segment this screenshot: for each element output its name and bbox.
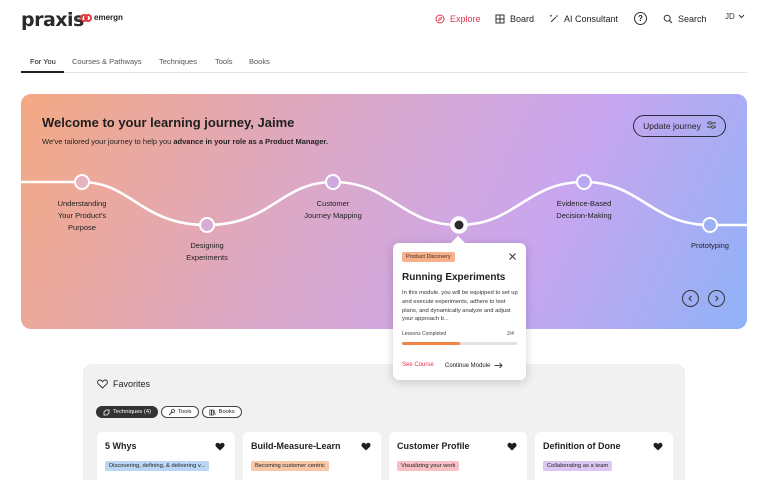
- heart-filled-icon[interactable]: [361, 442, 371, 451]
- card-title: Build-Measure-Learn: [251, 441, 341, 451]
- card-tag: Discovering, defining, & delivering v...: [105, 461, 210, 471]
- module-popup: Product Discovery Running Experiments In…: [393, 235, 526, 380]
- journey-label-2-line1: Designing: [190, 241, 224, 250]
- journey-node-2[interactable]: [199, 217, 215, 233]
- nav-explore[interactable]: Explore: [435, 12, 481, 26]
- journey-label-1: Understanding Your Product's Purpose: [37, 198, 127, 234]
- journey-next-button[interactable]: [708, 290, 725, 307]
- progress-label: Lessons Completed: [402, 331, 447, 337]
- compass-icon: [435, 14, 445, 24]
- journey-label-3-line1: Customer: [316, 199, 350, 208]
- journey-node-current-dot: [454, 220, 464, 230]
- journey-node-4[interactable]: [576, 174, 592, 190]
- content-tabs: For You Courses & Pathways Techniques To…: [21, 52, 747, 73]
- chevron-down-icon: [738, 12, 745, 21]
- board-icon: [495, 14, 505, 24]
- filter-tools[interactable]: Tools: [161, 406, 199, 418]
- sparkle-wand-icon: [549, 14, 559, 24]
- chevron-right-icon: [715, 295, 719, 302]
- favorites-title: Favorites: [113, 379, 151, 389]
- pathway-badge: Product Discovery: [402, 252, 455, 262]
- filter-books-label: Books: [218, 409, 235, 415]
- heart-outline-icon: [97, 379, 108, 389]
- card-title: Definition of Done: [543, 441, 621, 451]
- module-description: In this module, you will be equipped to …: [402, 290, 518, 323]
- tools-icon: [168, 408, 175, 415]
- favorite-card[interactable]: Build-Measure-Learn Becoming customer ce…: [243, 432, 381, 480]
- favorite-card[interactable]: 5 Whys Discovering, defining, & deliveri…: [97, 432, 235, 480]
- journey-label-4-line2: Decision-Making: [556, 211, 612, 220]
- module-title: Running Experiments: [402, 272, 506, 283]
- filter-techniques[interactable]: Techniques (4): [96, 406, 159, 418]
- journey-label-5-line1: Prototyping: [691, 241, 729, 250]
- lessons-progress-fill: [402, 342, 460, 345]
- heart-filled-icon[interactable]: [653, 442, 663, 451]
- nav-explore-label: Explore: [450, 14, 481, 24]
- journey-path: [21, 174, 747, 234]
- journey-label-1-line1: Understanding: [57, 199, 107, 208]
- help-icon[interactable]: ?: [634, 12, 647, 25]
- chevron-left-icon: [688, 295, 692, 302]
- close-icon[interactable]: [508, 252, 517, 261]
- user-initials: JD: [725, 12, 735, 21]
- nav-board[interactable]: Board: [495, 12, 534, 26]
- journey-label-2-line2: Experiments: [186, 253, 228, 262]
- favorites-heading: Favorites: [97, 379, 150, 389]
- journey-label-5: Prototyping: [665, 240, 747, 252]
- emergn-logo: emergn: [80, 13, 123, 22]
- see-course-link[interactable]: See Course: [402, 362, 434, 368]
- heart-filled-icon[interactable]: [215, 442, 225, 451]
- technique-icon: [103, 409, 110, 415]
- lessons-progress-bar: [402, 342, 517, 345]
- continue-module-label: Continue Module: [445, 362, 491, 369]
- journey-node-1[interactable]: [74, 174, 90, 190]
- nav-search[interactable]: Search: [663, 12, 707, 26]
- journey-label-3-line2: Journey Mapping: [304, 211, 362, 220]
- filter-books[interactable]: Books: [201, 406, 242, 418]
- progress-count: 2/4: [507, 331, 514, 337]
- emergn-mark-icon: [80, 13, 92, 22]
- card-tag: Becoming customer centric: [251, 461, 329, 471]
- top-header: praxis by emergn Explore Board AI Consul…: [0, 0, 768, 40]
- books-icon: [209, 409, 216, 415]
- card-tag: Visualizing your work: [397, 461, 460, 471]
- tab-tools[interactable]: Tools: [215, 57, 233, 66]
- card-title: Customer Profile: [397, 441, 470, 451]
- favorites-panel: Favorites Techniques (4) Tools Books 5 W…: [83, 364, 685, 480]
- favorites-cards: 5 Whys Discovering, defining, & deliveri…: [97, 432, 673, 480]
- journey-node-5[interactable]: [702, 217, 718, 233]
- nav-ai-consultant-label: AI Consultant: [564, 14, 619, 24]
- search-icon: [663, 14, 673, 24]
- tab-books[interactable]: Books: [249, 57, 270, 66]
- tab-techniques[interactable]: Techniques: [159, 57, 197, 66]
- journey-label-2: Designing Experiments: [162, 240, 252, 264]
- user-menu[interactable]: JD: [725, 12, 745, 21]
- journey-label-4-line1: Evidence-Based: [556, 199, 612, 208]
- favorite-card[interactable]: Definition of Done Collaborating as a te…: [535, 432, 673, 480]
- card-tag: Collaborating as a team: [543, 461, 613, 471]
- journey-label-1-line2: Your Product's: [57, 211, 107, 220]
- filter-techniques-label: Techniques (4): [113, 409, 152, 415]
- filter-tools-label: Tools: [178, 409, 192, 415]
- continue-module-button[interactable]: Continue Module: [445, 362, 504, 369]
- journey-node-3[interactable]: [325, 174, 341, 190]
- favorites-filters: Techniques (4) Tools Books: [96, 406, 242, 418]
- learning-journey-banner: Welcome to your learning journey, Jaime …: [21, 94, 747, 329]
- nav-search-label: Search: [678, 14, 707, 24]
- journey-label-1-line3: Purpose: [68, 223, 96, 232]
- card-title: 5 Whys: [105, 441, 137, 451]
- arrow-right-icon: [494, 362, 504, 369]
- tab-courses-pathways[interactable]: Courses & Pathways: [72, 57, 142, 66]
- journey-label-3: Customer Journey Mapping: [288, 198, 378, 222]
- heart-filled-icon[interactable]: [507, 442, 517, 451]
- journey-label-4: Evidence-Based Decision-Making: [539, 198, 629, 222]
- nav-ai-consultant[interactable]: AI Consultant: [549, 12, 618, 26]
- nav-board-label: Board: [510, 14, 535, 24]
- favorite-card[interactable]: Customer Profile Visualizing your work: [389, 432, 527, 480]
- tab-for-you[interactable]: For You: [30, 57, 56, 66]
- active-tab-indicator: [21, 71, 64, 73]
- emergn-text: emergn: [94, 13, 123, 22]
- journey-prev-button[interactable]: [682, 290, 699, 307]
